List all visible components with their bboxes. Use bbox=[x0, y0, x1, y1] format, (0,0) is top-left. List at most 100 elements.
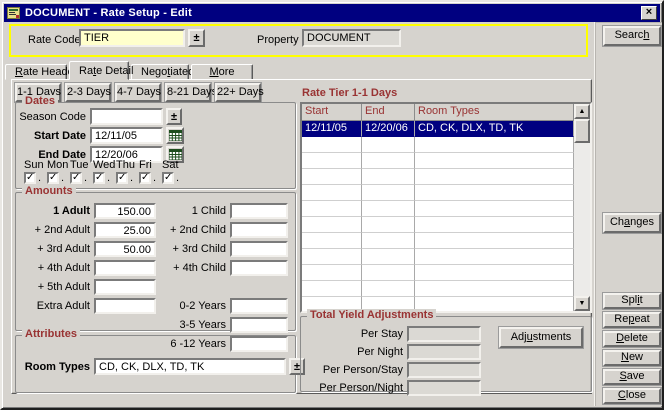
repeat-button[interactable]: Repeat bbox=[603, 312, 661, 328]
child-3-label: + 3rd Child bbox=[160, 243, 226, 255]
rate-code-input[interactable]: TIER bbox=[79, 29, 185, 47]
grid-empty-row[interactable] bbox=[302, 249, 574, 265]
start-date-input[interactable]: 12/11/05 bbox=[90, 127, 163, 144]
grid-row-selected[interactable]: 12/11/05 12/20/06 CD, CK, DLX, TD, TK bbox=[302, 121, 574, 137]
grid-header-start[interactable]: Start bbox=[302, 104, 362, 121]
day-label: Tue bbox=[70, 159, 89, 171]
rate-setup-window: DOCUMENT - Rate Setup - Edit × Rate Code… bbox=[0, 0, 664, 410]
scroll-down-icon[interactable]: ▼ bbox=[574, 296, 590, 311]
close-icon[interactable]: × bbox=[641, 6, 657, 20]
tab-more[interactable]: More bbox=[191, 64, 253, 80]
wed-checkbox[interactable]: ✓ bbox=[93, 172, 105, 184]
day-range-2-3-button[interactable]: 2-3 Days bbox=[65, 83, 111, 102]
day-dot: . bbox=[176, 172, 179, 184]
extra-adult-input[interactable] bbox=[94, 298, 156, 314]
grid-empty-row[interactable] bbox=[302, 265, 574, 281]
dates-group: Dates Season Code ± Start Date 12/11/05 bbox=[15, 102, 296, 189]
day-range-8-21-button[interactable]: 8-21 Days bbox=[165, 83, 211, 102]
season-code-dropdown-button[interactable]: ± bbox=[166, 108, 182, 125]
property-field: DOCUMENT bbox=[302, 29, 401, 47]
day-dot: . bbox=[107, 172, 110, 184]
adult-1-label: 1 Adult bbox=[20, 205, 90, 217]
rate-tier-title: Rate Tier 1-1 Days bbox=[302, 87, 397, 99]
day-range-22plus-button[interactable]: 22+ Days bbox=[215, 83, 261, 102]
grid-header-row: Start End Room Types bbox=[302, 104, 574, 121]
yield-group-title: Total Yield Adjustments bbox=[307, 309, 436, 321]
day-label: Mon bbox=[47, 159, 68, 171]
grid-scrollbar[interactable]: ▲ ▼ bbox=[574, 104, 590, 311]
new-button[interactable]: New bbox=[603, 350, 661, 366]
grid-empty-row[interactable] bbox=[302, 185, 574, 201]
grid-empty-row[interactable] bbox=[302, 153, 574, 169]
per-stay-label: Per Stay bbox=[301, 328, 403, 340]
room-types-input[interactable]: CD, CK, DLX, TD, TK bbox=[94, 358, 286, 375]
grid-empty-row[interactable] bbox=[302, 217, 574, 233]
start-date-label: Start Date bbox=[16, 130, 86, 142]
child-2-input[interactable] bbox=[230, 222, 288, 238]
calendar-icon bbox=[169, 130, 182, 141]
adult-1-input[interactable]: 150.00 bbox=[94, 203, 156, 219]
season-code-input[interactable] bbox=[90, 108, 163, 125]
fri-checkbox[interactable]: ✓ bbox=[139, 172, 151, 184]
rate-detail-tab-page: 1-1 Days 2-3 Days 4-7 Days 8-21 Days 22+… bbox=[11, 79, 592, 394]
child-4-input[interactable] bbox=[230, 260, 288, 276]
close-button[interactable]: Close bbox=[603, 388, 661, 404]
adult-5-input[interactable] bbox=[94, 279, 156, 295]
day-column-sun: Sun ✓. bbox=[24, 159, 47, 184]
start-date-calendar-button[interactable] bbox=[166, 127, 184, 144]
scrollbar-thumb[interactable] bbox=[574, 119, 590, 143]
amounts-group: Amounts 1 Adult150.00 + 2nd Adult25.00 +… bbox=[15, 192, 296, 331]
per-person-night-label: Per Person/Night bbox=[301, 382, 403, 394]
child-1-input[interactable] bbox=[230, 203, 288, 219]
sun-checkbox[interactable]: ✓ bbox=[24, 172, 36, 184]
per-person-stay-field bbox=[407, 362, 481, 378]
per-stay-field bbox=[407, 326, 481, 342]
child-3-input[interactable] bbox=[230, 241, 288, 257]
mon-checkbox[interactable]: ✓ bbox=[47, 172, 59, 184]
day-label: Thu bbox=[116, 159, 135, 171]
rate-code-dropdown-button[interactable]: ± bbox=[188, 29, 205, 47]
day-label: Sat bbox=[162, 159, 179, 171]
scroll-up-icon[interactable]: ▲ bbox=[574, 104, 590, 119]
adult-5-label: + 5th Adult bbox=[20, 281, 90, 293]
per-person-night-field bbox=[407, 380, 481, 396]
grid-header-room-types[interactable]: Room Types bbox=[415, 104, 574, 121]
save-button[interactable]: Save bbox=[603, 369, 661, 385]
adult-2-input[interactable]: 25.00 bbox=[94, 222, 156, 238]
titlebar[interactable]: DOCUMENT - Rate Setup - Edit × bbox=[4, 4, 660, 22]
tab-rate-header[interactable]: Rate Header bbox=[5, 64, 67, 80]
tab-negotiated[interactable]: Negotiated bbox=[131, 64, 189, 80]
search-button[interactable]: Search bbox=[603, 26, 661, 46]
grid-empty-row[interactable] bbox=[302, 201, 574, 217]
tue-checkbox[interactable]: ✓ bbox=[70, 172, 82, 184]
thu-checkbox[interactable]: ✓ bbox=[116, 172, 128, 184]
property-label: Property bbox=[257, 34, 299, 46]
grid-empty-row[interactable] bbox=[302, 233, 574, 249]
sat-checkbox[interactable]: ✓ bbox=[162, 172, 174, 184]
grid-empty-row[interactable] bbox=[302, 281, 574, 297]
years-0-2-input[interactable] bbox=[230, 298, 288, 314]
days-of-week-row: Sun ✓. Mon ✓. Tue ✓. Wed ✓. Thu ✓. bbox=[24, 159, 185, 184]
delete-button[interactable]: Delete bbox=[603, 331, 661, 347]
adult-3-input[interactable]: 50.00 bbox=[94, 241, 156, 257]
per-person-stay-label: Per Person/Stay bbox=[301, 364, 403, 376]
dropdown-icon: ± bbox=[193, 33, 199, 43]
adjustments-button[interactable]: Adjustments bbox=[499, 327, 583, 348]
grid-cell-start: 12/11/05 bbox=[302, 121, 362, 137]
changes-button[interactable]: Changes bbox=[603, 213, 661, 233]
room-types-label: Room Types bbox=[20, 361, 90, 373]
season-code-label: Season Code bbox=[16, 111, 86, 123]
grid-header-end[interactable]: End bbox=[362, 104, 415, 121]
day-range-4-7-button[interactable]: 4-7 Days bbox=[115, 83, 161, 102]
grid-empty-row[interactable] bbox=[302, 169, 574, 185]
day-dot: . bbox=[153, 172, 156, 184]
tab-rate-detail[interactable]: Rate Detail bbox=[69, 61, 129, 80]
grid-empty-row[interactable] bbox=[302, 137, 574, 153]
adult-3-label: + 3rd Adult bbox=[20, 243, 90, 255]
split-button[interactable]: Split bbox=[603, 293, 661, 309]
years-3-5-input[interactable] bbox=[230, 317, 288, 333]
adult-4-input[interactable] bbox=[94, 260, 156, 276]
grid-cell-end: 12/20/06 bbox=[362, 121, 415, 137]
day-column-thu: Thu ✓. bbox=[116, 159, 139, 184]
grid-cell-room-types: CD, CK, DLX, TD, TK bbox=[415, 121, 574, 137]
